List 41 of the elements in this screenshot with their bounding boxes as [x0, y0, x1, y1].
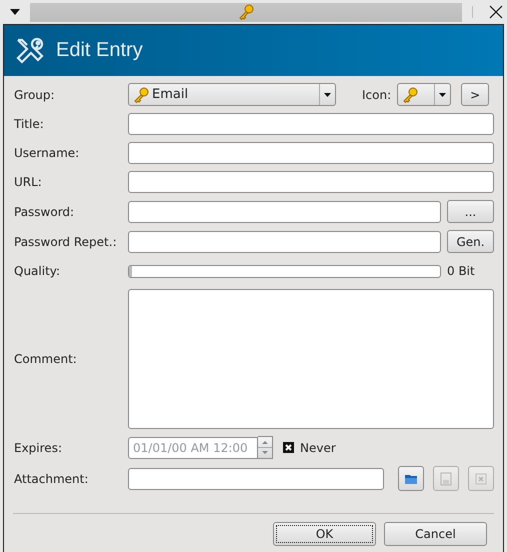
text-field[interactable]: [128, 142, 494, 164]
icon-next-button[interactable]: >: [461, 83, 490, 106]
field-label: Attachment:: [14, 472, 90, 486]
key-icon: [402, 86, 418, 102]
show-password-button[interactable]: ...: [447, 200, 494, 223]
keys-logo-icon: [15, 36, 45, 64]
checkbox-label: Never: [300, 440, 336, 454]
password-field[interactable]: [128, 230, 441, 252]
icon-dropdown[interactable]: [397, 83, 452, 106]
spin-buttons[interactable]: [258, 436, 273, 459]
field-label: Comment:: [14, 352, 78, 366]
text-field[interactable]: [128, 113, 494, 135]
caret-icon: [324, 92, 331, 96]
group-dropdown[interactable]: Email: [128, 83, 336, 106]
floppy-icon: [438, 470, 454, 486]
generate-button[interactable]: Gen.: [447, 230, 494, 253]
icon-label: Icon:: [362, 88, 392, 102]
field-label: Password Repet.:: [14, 234, 118, 248]
field-label: Password:: [14, 204, 76, 218]
menu-arrow-icon[interactable]: [10, 9, 20, 15]
field-label: Username:: [14, 146, 80, 160]
date-field: 01/01/00 AM 12:00: [128, 436, 258, 458]
password-field[interactable]: [128, 200, 441, 222]
open-attachment-button[interactable]: [398, 466, 424, 491]
comment-field[interactable]: [128, 289, 494, 429]
field-label: Group:: [14, 88, 56, 102]
field-label: Title:: [14, 117, 45, 131]
cross-icon: [473, 470, 489, 486]
cancel-button[interactable]: Cancel: [384, 522, 487, 546]
quality-reading: 0 Bit: [447, 264, 476, 278]
field-label: Quality:: [14, 264, 62, 278]
close-icon[interactable]: [489, 5, 503, 19]
attachment-field[interactable]: [128, 468, 384, 490]
field-label: Expires:: [14, 440, 63, 454]
dialog-title: Edit Entry: [56, 39, 143, 62]
caret-icon: [439, 92, 446, 96]
ok-button[interactable]: OK: [273, 522, 376, 546]
field-label: URL:: [14, 175, 43, 189]
key-icon: [133, 86, 149, 102]
key-icon: [238, 4, 254, 20]
text-field[interactable]: [128, 171, 494, 193]
